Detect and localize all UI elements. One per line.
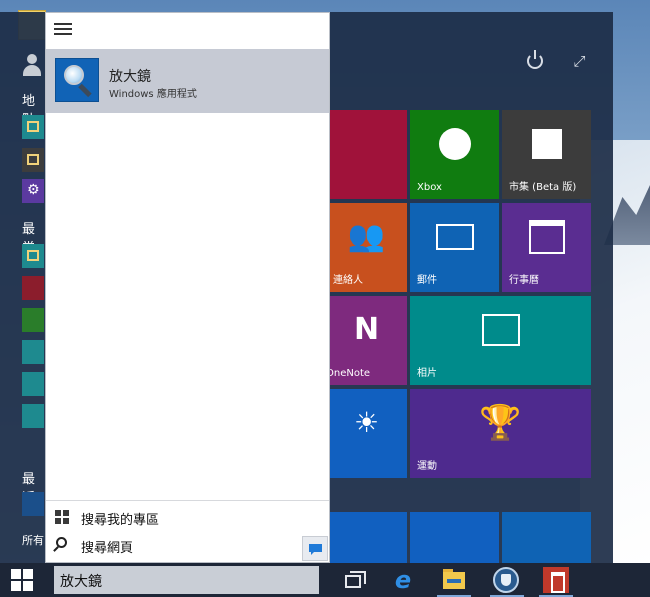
onenote-icon: N bbox=[353, 311, 380, 347]
power-icon[interactable] bbox=[527, 50, 543, 69]
rail-documents[interactable] bbox=[22, 148, 44, 172]
tile-row5-a[interactable] bbox=[326, 512, 407, 563]
rail-app-4[interactable] bbox=[22, 340, 44, 364]
rail-app-6[interactable] bbox=[22, 404, 44, 428]
tile-store[interactable]: 市集 (Beta 版) bbox=[502, 110, 591, 199]
windows-logo-icon bbox=[55, 510, 69, 524]
search-result-title: 放大鏡 bbox=[109, 69, 151, 85]
taskbar-search-text: 放大鏡 bbox=[60, 574, 102, 590]
magnifier-app-icon bbox=[55, 58, 99, 102]
photo-icon bbox=[481, 313, 520, 346]
tile-row5-b[interactable] bbox=[410, 512, 499, 563]
rail-app-1[interactable] bbox=[22, 244, 44, 268]
all-apps-label[interactable]: 所有 bbox=[22, 532, 44, 548]
tile-mail[interactable]: 郵件 bbox=[410, 203, 499, 292]
tile-store-label: 市集 (Beta 版) bbox=[509, 182, 577, 193]
tile-onenote-label: OneNote bbox=[326, 368, 371, 379]
shopping-bag-icon bbox=[531, 128, 562, 159]
expand-icon[interactable]: ⤢ bbox=[571, 53, 588, 70]
people-icon: 👥 bbox=[347, 218, 386, 254]
user-avatar-icon[interactable] bbox=[22, 54, 42, 76]
rail-app-5[interactable] bbox=[22, 372, 44, 396]
rail-app-2[interactable] bbox=[22, 276, 44, 300]
internet-explorer-icon[interactable]: e bbox=[390, 567, 416, 593]
start-button[interactable] bbox=[0, 563, 45, 597]
tile-weather[interactable]: ☀ bbox=[326, 389, 407, 478]
taskbar: 放大鏡 e bbox=[0, 563, 650, 597]
task-view-icon[interactable] bbox=[343, 567, 369, 593]
hamburger-menu-icon[interactable] bbox=[54, 23, 72, 37]
gear-icon: ⚙ bbox=[27, 182, 40, 198]
file-explorer-icon[interactable] bbox=[441, 567, 467, 593]
rail-recent-app[interactable] bbox=[22, 492, 44, 516]
tile-xbox-label: Xbox bbox=[417, 182, 442, 193]
envelope-icon bbox=[435, 223, 474, 250]
rail-app-3[interactable] bbox=[22, 308, 44, 332]
tile-people[interactable]: 👥 連絡人 bbox=[326, 203, 407, 292]
tile-row5-c[interactable] bbox=[502, 512, 591, 563]
tile-sports-label: 運動 bbox=[417, 461, 437, 472]
search-web-button[interactable]: 搜尋網頁 bbox=[46, 532, 329, 558]
tile-onenote[interactable]: N OneNote bbox=[326, 296, 407, 385]
feedback-icon[interactable] bbox=[302, 536, 328, 561]
tile-red[interactable] bbox=[326, 110, 407, 199]
calendar-icon bbox=[528, 219, 565, 254]
search-my-stuff-label: 搜尋我的專區 bbox=[81, 513, 160, 528]
taskbar-search-input[interactable]: 放大鏡 bbox=[54, 566, 319, 594]
xbox-icon bbox=[438, 127, 471, 160]
search-result-magnifier[interactable]: 放大鏡 Windows 應用程式 bbox=[46, 49, 329, 113]
search-icon bbox=[56, 537, 67, 548]
search-results-pane: 放大鏡 Windows 應用程式 搜尋我的專區 搜尋網頁 bbox=[45, 12, 330, 563]
start-menu-rail: 地點 ⚙ 最常 最近 所有 bbox=[0, 12, 46, 563]
tile-photos-label: 相片 bbox=[417, 368, 437, 379]
tile-calendar[interactable]: 行事曆 bbox=[502, 203, 591, 292]
office-app-icon[interactable] bbox=[543, 567, 569, 593]
trophy-icon: 🏆 bbox=[479, 402, 522, 443]
tile-people-label: 連絡人 bbox=[333, 275, 363, 286]
search-my-stuff-button[interactable]: 搜尋我的專區 bbox=[46, 504, 329, 530]
tile-calendar-label: 行事曆 bbox=[509, 275, 539, 286]
tile-mail-label: 郵件 bbox=[417, 275, 437, 286]
sun-icon: ☀ bbox=[353, 405, 380, 439]
tile-xbox[interactable]: Xbox bbox=[410, 110, 499, 199]
search-web-label: 搜尋網頁 bbox=[81, 541, 134, 556]
rail-file-explorer[interactable] bbox=[22, 115, 44, 139]
rail-settings[interactable]: ⚙ bbox=[22, 179, 44, 203]
tile-sports[interactable]: 🏆 運動 bbox=[410, 389, 591, 478]
tile-photos[interactable]: 相片 bbox=[410, 296, 591, 385]
search-result-subtitle: Windows 應用程式 bbox=[109, 89, 197, 100]
security-app-icon[interactable] bbox=[493, 567, 519, 593]
pane-divider bbox=[46, 500, 329, 501]
